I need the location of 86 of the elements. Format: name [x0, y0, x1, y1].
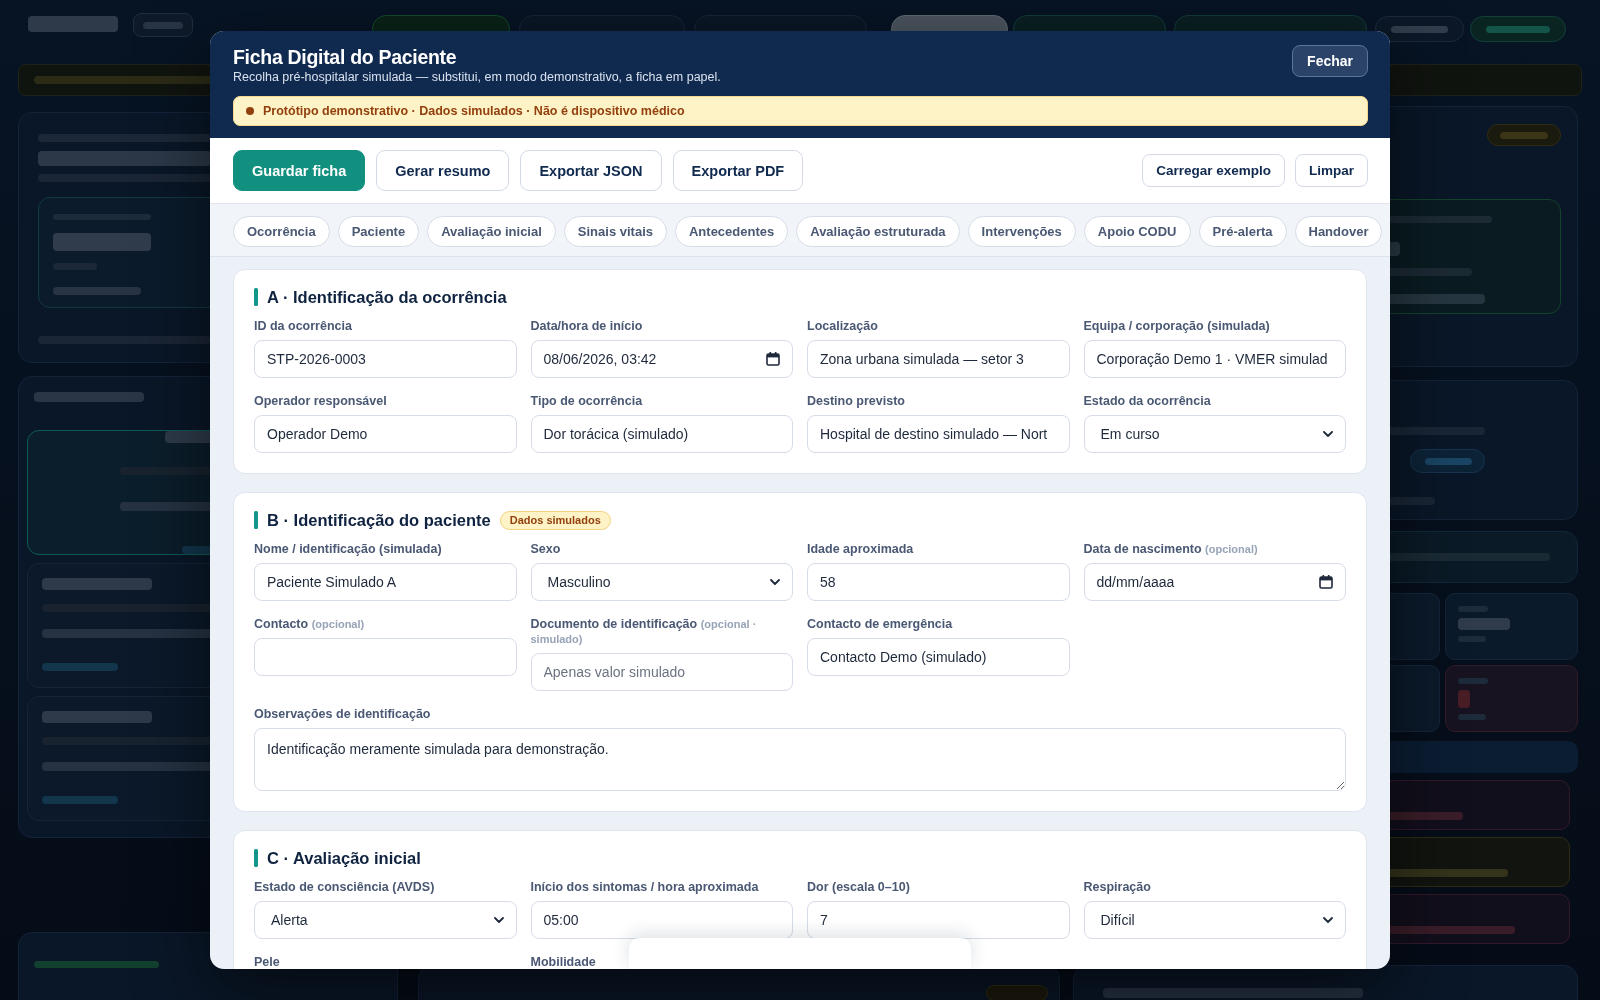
toolbar-button[interactable]: Exportar JSON [520, 150, 662, 191]
text-field[interactable]: Zona urbana simulada — setor 3 [807, 340, 1070, 378]
text-bar [1458, 690, 1470, 708]
field-label: Dor (escala 0–10) [807, 880, 911, 895]
text-field[interactable] [254, 638, 517, 676]
section-marker-icon [254, 288, 258, 306]
field-label: Contacto (opcional) [254, 617, 366, 632]
select-field[interactable]: Em curso [1083, 415, 1346, 453]
toolbar-button[interactable]: Limpar [1295, 154, 1368, 187]
text-area[interactable]: Identificação meramente simulada para demonstração. [254, 728, 1346, 791]
text-field[interactable]: Paciente Simulado A [254, 563, 517, 601]
date-field[interactable]: dd/mm/aaaa [1083, 563, 1346, 601]
chevron-down-icon [770, 579, 780, 585]
field-label: Pele [254, 955, 281, 969]
section-title: C · Avaliação inicial [267, 848, 421, 868]
text-field[interactable]: Hospital de destino simulado — Nort [807, 415, 1070, 453]
select-field[interactable]: Difícil [1083, 901, 1346, 939]
field-label: Início dos sintomas / hora aproximada [530, 880, 760, 895]
field-label: Equipa / corporação (simulada) [1083, 319, 1271, 334]
field-label: Estado da ocorrência [1083, 394, 1212, 409]
field-label: Tipo de ocorrência [530, 394, 644, 409]
calendar-icon[interactable] [1319, 575, 1333, 589]
close-button[interactable]: Fechar [1292, 45, 1368, 77]
field-label: Localização [807, 319, 879, 334]
tab[interactable]: Pré-alerta [1198, 216, 1287, 247]
text-bar [1425, 458, 1472, 465]
section-marker-icon [254, 849, 258, 867]
field-label: Respiração [1083, 880, 1152, 895]
text-field[interactable]: 7 [807, 901, 1070, 939]
text-bar [1500, 132, 1548, 139]
date-field[interactable]: 08/06/2026, 03:42 [530, 340, 793, 378]
section-badge: Dados simulados [499, 510, 611, 530]
tab[interactable]: Sinais vitais [563, 216, 667, 247]
text-field[interactable]: Apenas valor simulado [530, 653, 793, 691]
field-label: Idade aproximada [807, 542, 915, 557]
tab[interactable]: Avaliação inicial [427, 216, 556, 247]
text-bar [1458, 618, 1510, 630]
text-bar [1391, 26, 1448, 33]
toolbar-button[interactable]: Guardar ficha [233, 150, 366, 191]
field-label: Contacto de emergência [807, 617, 954, 632]
tab[interactable]: Intervenções [967, 216, 1076, 247]
text-bar [143, 22, 183, 29]
field-label: Estado de consciência (AVDS) [254, 880, 436, 895]
toolbar-button[interactable]: Gerar resumo [376, 150, 510, 191]
tab[interactable]: Antecedentes [675, 216, 789, 247]
section-title: A · Identificação da ocorrência [267, 287, 507, 307]
warning-text: Protótipo demonstrativo · Dados simulados · Não é dispositivo médico [263, 104, 685, 118]
toolbar-button[interactable]: Carregar exemplo [1142, 154, 1285, 187]
toolbar-button[interactable]: Exportar PDF [672, 150, 804, 191]
field-label: Operador responsável [254, 394, 388, 409]
text-field[interactable]: Corporação Demo 1 · VMER simulad [1083, 340, 1346, 378]
section-marker-icon [254, 511, 258, 529]
text-field[interactable]: Operador Demo [254, 415, 517, 453]
field-label: Destino previsto [807, 394, 906, 409]
text-bar [1458, 714, 1486, 720]
text-field[interactable]: Contacto Demo (simulado) [807, 638, 1070, 676]
text-bar [1458, 678, 1488, 684]
dialog-title: Ficha Digital do Paciente [233, 45, 457, 69]
field-label: Data de nascimento (opcional) [1083, 542, 1259, 557]
tab[interactable]: Handover [1294, 216, 1383, 247]
field-label: Nome / identificação (simulada) [254, 542, 443, 557]
dialog-subtitle: Recolha pré-hospitalar simulada — substitui, em modo demonstrativo, a ficha em papel. [233, 69, 721, 86]
tab[interactable]: Avaliação estruturada [796, 216, 960, 247]
chevron-down-icon [1323, 431, 1333, 437]
text-field[interactable]: 58 [807, 563, 1070, 601]
chevron-down-icon [1323, 917, 1333, 923]
tab[interactable]: Apoio CODU [1083, 216, 1191, 247]
text-field[interactable]: STP-2026-0003 [254, 340, 517, 378]
text-field[interactable]: Dor torácica (simulado) [530, 415, 793, 453]
select-field[interactable]: Alerta [254, 901, 517, 939]
tab[interactable]: Paciente [337, 216, 420, 247]
badge-pill [986, 985, 1048, 1000]
text-bar [1486, 26, 1550, 33]
text-field[interactable]: 05:00 [530, 901, 793, 939]
field-label: Data/hora de início [530, 319, 644, 334]
field-label: Mobilidade [530, 955, 597, 969]
field-label: ID da ocorrência [254, 319, 353, 334]
field-label: Sexo [530, 542, 562, 557]
field-label: Documento de identificação (opcional · simulado) [530, 617, 758, 647]
tab[interactable]: Ocorrência [233, 216, 330, 247]
calendar-icon[interactable] [766, 352, 780, 366]
chevron-down-icon [493, 917, 504, 923]
section-title: B · Identificação do paciente [267, 510, 491, 530]
dot-icon [246, 107, 254, 115]
select-field[interactable]: Masculino [530, 563, 793, 601]
field-label: Observações de identificação [254, 707, 432, 722]
